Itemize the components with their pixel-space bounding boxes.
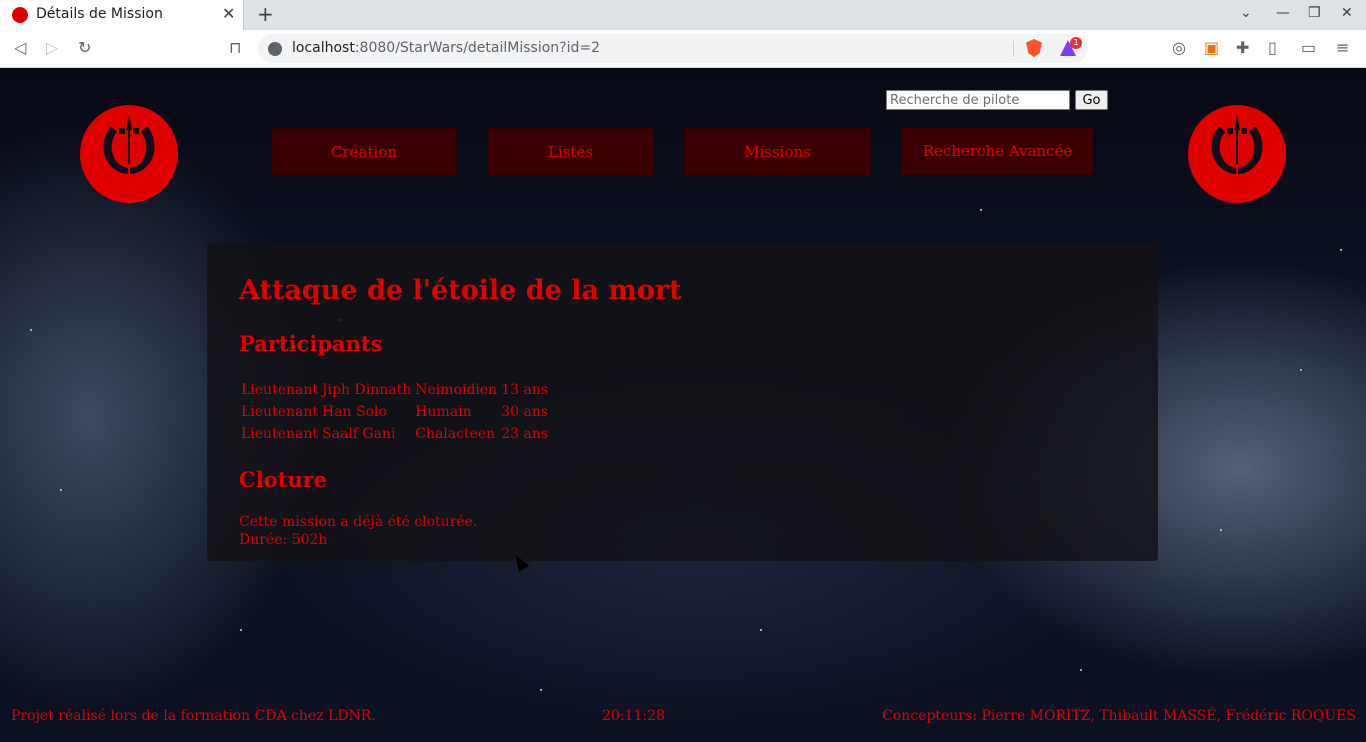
- search-go-button[interactable]: Go: [1075, 90, 1108, 110]
- star: [1340, 249, 1342, 251]
- star: [980, 209, 982, 211]
- rebel-alliance-logo-icon: [80, 105, 178, 203]
- tab-close-icon[interactable]: ✕: [222, 4, 235, 23]
- mission-detail-panel: Attaque de l'étoile de la mort Participa…: [207, 243, 1158, 561]
- closure-status-text: Cette mission a déjà été cloturée.: [239, 514, 478, 530]
- rebel-favicon-icon: [12, 7, 28, 23]
- browser-tab-active[interactable]: Détails de Mission ✕: [0, 0, 244, 30]
- table-row: Lieutenant Jiph Dinnath Neimoidien 13 an…: [239, 379, 550, 401]
- pilot-search-input[interactable]: [886, 90, 1070, 110]
- participant-name: Saalf Gani: [322, 426, 396, 442]
- star: [760, 629, 762, 631]
- nav-missions-button[interactable]: Missions: [684, 128, 871, 176]
- tab-title: Détails de Mission: [36, 6, 163, 22]
- participant-name: Han Solo: [322, 404, 387, 420]
- participant-race: Neimoidien: [415, 382, 498, 398]
- menu-icon[interactable]: ≡: [1336, 39, 1349, 57]
- table-row: Lieutenant Saalf Gani Chalacteen 23 ans: [239, 423, 550, 445]
- star: [1220, 529, 1222, 531]
- omnibox-divider: [1013, 41, 1014, 57]
- participant-age: 13 ans: [501, 382, 548, 398]
- tab-search-chevron-icon[interactable]: ⌄: [1240, 5, 1252, 21]
- participants-table: Lieutenant Jiph Dinnath Neimoidien 13 an…: [239, 379, 550, 445]
- forward-icon[interactable]: ▷: [46, 39, 58, 57]
- participant-name: Jiph Dinnath: [322, 382, 412, 398]
- minimize-icon[interactable]: —: [1276, 5, 1290, 21]
- nav-recherche-avancee-button[interactable]: Recherche Avancée: [901, 127, 1094, 175]
- url-text[interactable]: localhost:8080/StarWars/detailMission?id…: [292, 40, 600, 56]
- nav-creation-button[interactable]: Création: [271, 128, 457, 176]
- page-body: Go Création Listes Missions Recherche Av…: [0, 69, 1366, 742]
- footer-authors-text: Concepteurs: Pierre MORITZ, Thibault MAS…: [882, 708, 1356, 724]
- rebel-alliance-logo-icon: [1188, 105, 1286, 203]
- nav-listes-button[interactable]: Listes: [487, 128, 654, 176]
- reload-icon[interactable]: ↻: [78, 39, 91, 57]
- star: [60, 489, 62, 491]
- participant-rank: Lieutenant: [241, 404, 318, 420]
- mission-title: Attaque de l'étoile de la mort: [239, 275, 682, 306]
- rewards-badge: 1: [1070, 37, 1082, 49]
- participants-heading: Participants: [239, 331, 383, 356]
- new-tab-icon[interactable]: +: [257, 2, 274, 26]
- table-row: Lieutenant Han Solo Humain 30 ans: [239, 401, 550, 423]
- site-info-icon[interactable]: [268, 42, 282, 56]
- participant-race: Chalacteen: [415, 426, 496, 442]
- address-bar[interactable]: localhost:8080/StarWars/detailMission?id…: [258, 34, 1088, 63]
- wallet-icon[interactable]: ▭: [1301, 39, 1316, 57]
- closure-heading: Cloture: [239, 467, 328, 492]
- star: [240, 629, 242, 631]
- participant-age: 23 ans: [501, 426, 548, 442]
- back-icon[interactable]: ◁: [14, 39, 26, 57]
- footer-project-text: Projet réalisé lors de la formation CDA …: [11, 708, 376, 724]
- window-close-icon[interactable]: ✕: [1341, 5, 1353, 21]
- browser-tab-bar: Détails de Mission ✕ + ⌄ — ❐ ✕: [0, 0, 1366, 30]
- extension-off-icon[interactable]: ▣: [1204, 39, 1219, 57]
- leo-ai-icon[interactable]: ◎: [1172, 39, 1186, 57]
- star: [1300, 369, 1302, 371]
- star: [1080, 669, 1082, 671]
- extensions-puzzle-icon[interactable]: ✚: [1236, 39, 1249, 57]
- sidebar-icon[interactable]: ▯: [1268, 39, 1277, 57]
- bookmark-icon[interactable]: ⊓: [229, 39, 241, 57]
- closure-duration-text: Durée: 502h: [239, 532, 328, 548]
- star: [540, 689, 542, 691]
- footer-clock: 20:11:28: [602, 708, 665, 724]
- brave-shields-icon[interactable]: [1026, 39, 1042, 57]
- participant-race: Humain: [415, 404, 472, 420]
- browser-toolbar: ◁ ▷ ↻ ⊓ localhost:8080/StarWars/detailMi…: [0, 30, 1366, 68]
- participant-age: 30 ans: [501, 404, 548, 420]
- participant-rank: Lieutenant: [241, 382, 318, 398]
- participant-rank: Lieutenant: [241, 426, 318, 442]
- restore-icon[interactable]: ❐: [1308, 5, 1321, 21]
- star: [30, 329, 32, 331]
